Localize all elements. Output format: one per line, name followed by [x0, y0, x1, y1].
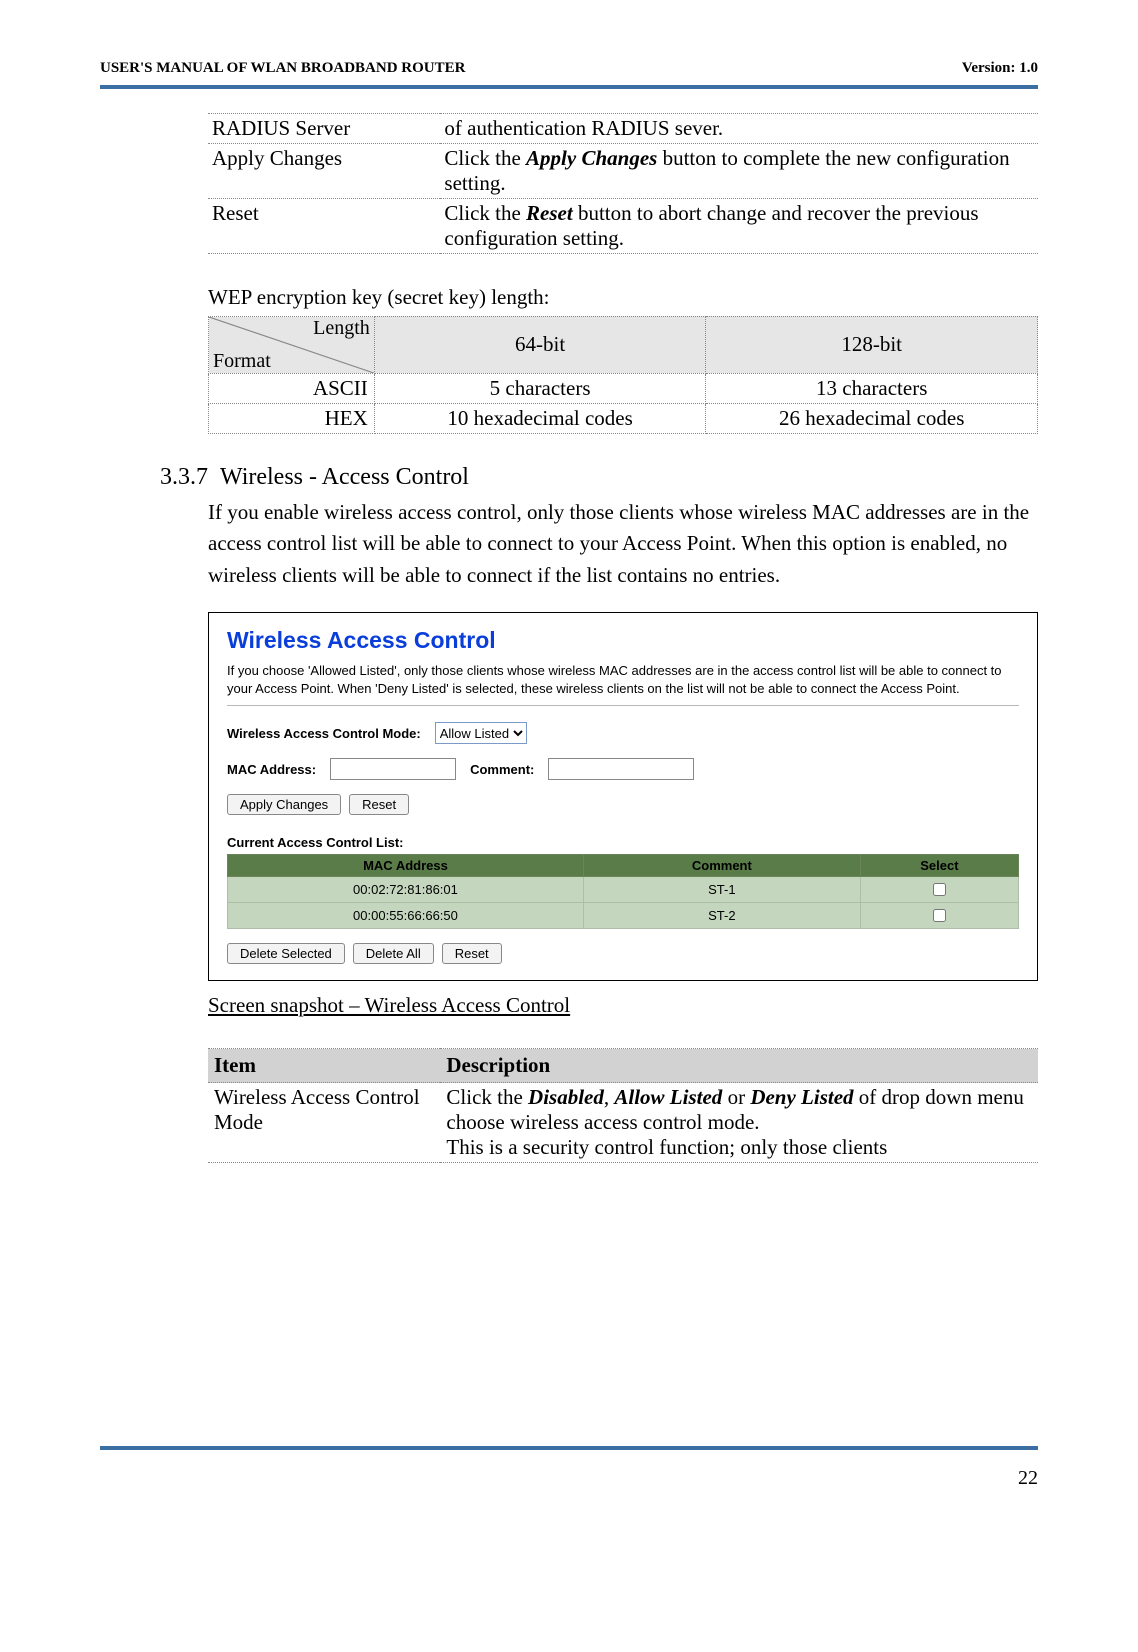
page-number: 22	[1018, 1467, 1038, 1490]
wep-row-format: ASCII	[209, 373, 375, 403]
panel-description: If you choose 'Allowed Listed', only tho…	[227, 662, 1019, 697]
wep-cell: 26 hexadecimal codes	[706, 403, 1038, 433]
mac-address-input[interactable]	[330, 758, 456, 780]
param-desc: Click the Apply Changes button to comple…	[440, 144, 1038, 199]
desc-cell: Click the Disabled, Allow Listed or Deny…	[440, 1083, 1038, 1163]
col-comment: Comment	[583, 855, 860, 877]
list-heading: Current Access Control List:	[227, 835, 1019, 850]
select-checkbox[interactable]	[933, 883, 946, 896]
apply-changes-button[interactable]: Apply Changes	[227, 794, 341, 815]
wep-table: Length Format 64-bit 128-bit ASCII 5 cha…	[208, 316, 1038, 434]
param-item: RADIUS Server	[208, 114, 440, 144]
wep-cell: 5 characters	[374, 373, 706, 403]
mac-cell: 00:00:55:66:66:50	[228, 903, 584, 929]
item-description-table: Item Description Wireless Access Control…	[208, 1048, 1038, 1163]
param-item: Apply Changes	[208, 144, 440, 199]
reset-button[interactable]: Reset	[349, 794, 409, 815]
table-row: 00:02:72:81:86:01 ST-1	[228, 877, 1019, 903]
divider	[227, 705, 1019, 706]
section-body: If you enable wireless access control, o…	[208, 497, 1038, 592]
mode-label: Wireless Access Control Mode:	[227, 726, 421, 741]
delete-all-button[interactable]: Delete All	[353, 943, 434, 964]
wep-col-64: 64-bit	[374, 316, 706, 373]
wep-row-format: HEX	[209, 403, 375, 433]
section-heading: 3.3.7 Wireless - Access Control	[160, 464, 1038, 491]
parameters-table: RADIUS Server of authentication RADIUS s…	[208, 113, 1038, 254]
panel-title: Wireless Access Control	[227, 627, 1019, 654]
wep-cell: 13 characters	[706, 373, 1038, 403]
select-checkbox[interactable]	[933, 909, 946, 922]
param-desc: of authentication RADIUS sever.	[440, 114, 1038, 144]
param-item: Reset	[208, 199, 440, 254]
access-control-list-table: MAC Address Comment Select 00:02:72:81:8…	[227, 854, 1019, 929]
footer-rule	[100, 1446, 1038, 1450]
col-select: Select	[860, 855, 1018, 877]
wep-corner-cell: Length Format	[209, 316, 375, 373]
delete-selected-button[interactable]: Delete Selected	[227, 943, 345, 964]
col-mac: MAC Address	[228, 855, 584, 877]
table-row: 00:00:55:66:66:50 ST-2	[228, 903, 1019, 929]
screenshot-caption: Screen snapshot – Wireless Access Contro…	[208, 993, 1038, 1018]
mode-select[interactable]: Allow Listed	[435, 722, 527, 744]
wep-intro: WEP encryption key (secret key) length:	[208, 282, 1038, 314]
mac-address-label: MAC Address:	[227, 762, 316, 777]
mac-cell: 00:02:72:81:86:01	[228, 877, 584, 903]
reset-list-button[interactable]: Reset	[442, 943, 502, 964]
doc-header-left: USER'S MANUAL OF WLAN BROADBAND ROUTER	[100, 60, 465, 77]
wep-cell: 10 hexadecimal codes	[374, 403, 706, 433]
wireless-access-control-screenshot: Wireless Access Control If you choose 'A…	[208, 612, 1038, 981]
col-desc-header: Description	[440, 1049, 1038, 1083]
doc-header-right: Version: 1.0	[962, 60, 1038, 77]
comment-label: Comment:	[470, 762, 534, 777]
param-desc: Click the Reset button to abort change a…	[440, 199, 1038, 254]
comment-input[interactable]	[548, 758, 694, 780]
comment-cell: ST-1	[583, 877, 860, 903]
wep-col-128: 128-bit	[706, 316, 1038, 373]
item-cell: Wireless Access Control Mode	[208, 1083, 440, 1163]
header-rule	[100, 85, 1038, 89]
comment-cell: ST-2	[583, 903, 860, 929]
col-item-header: Item	[208, 1049, 440, 1083]
